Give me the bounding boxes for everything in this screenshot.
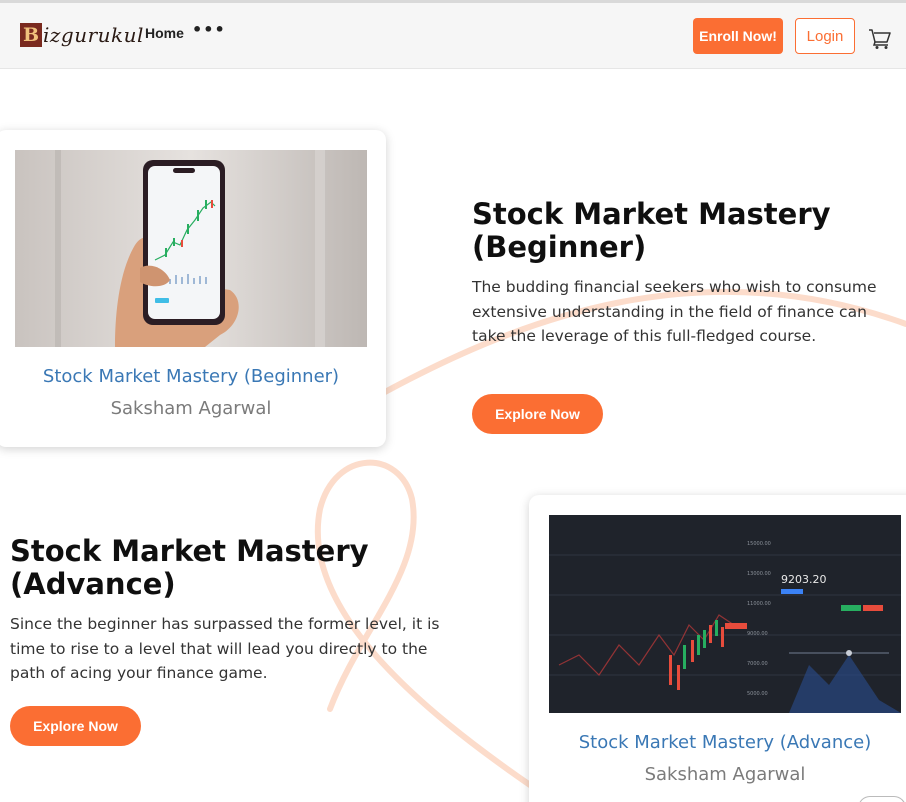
course-card-author: Saksham Agarwal bbox=[644, 764, 806, 785]
svg-text:11000.00: 11000.00 bbox=[747, 601, 771, 607]
course-card-beginner[interactable]: Stock Market Mastery (Beginner) Saksham … bbox=[0, 130, 386, 447]
top-navbar: B izgurukul Home ••• Enroll Now! Login bbox=[0, 3, 906, 69]
course-heading-line1: Stock Market Mastery bbox=[10, 534, 369, 568]
svg-text:15000.00: 15000.00 bbox=[747, 541, 771, 547]
svg-text:7000.00: 7000.00 bbox=[747, 661, 768, 667]
course-heading-advance: Stock Market Mastery (Advance) bbox=[10, 535, 410, 601]
logo-initial: B bbox=[20, 23, 42, 47]
course-thumbnail-beginner[interactable] bbox=[15, 150, 367, 347]
course-card-title[interactable]: Stock Market Mastery (Beginner) bbox=[0, 366, 386, 387]
svg-text:9000.00: 9000.00 bbox=[747, 631, 768, 637]
course-heading-beginner: Stock Market Mastery (Beginner) bbox=[472, 198, 872, 264]
course-description-advance: Since the beginner has surpassed the for… bbox=[10, 615, 440, 682]
brand-logo[interactable]: B izgurukul bbox=[20, 20, 144, 50]
course-description-beginner: The budding financial seekers who wish t… bbox=[472, 278, 877, 345]
course-heading-line1: Stock Market Mastery bbox=[472, 197, 831, 231]
enroll-now-button[interactable]: Enroll Now! bbox=[693, 18, 783, 54]
svg-text:9203.20: 9203.20 bbox=[781, 573, 827, 586]
course-card-advance[interactable]: 15000.00 13000.00 11000.00 9000.00 7000.00… bbox=[529, 495, 906, 802]
explore-now-button-advance[interactable]: Explore Now bbox=[10, 706, 141, 746]
course-heading-line2: (Beginner) bbox=[472, 230, 647, 264]
course-heading-line2: (Advance) bbox=[10, 567, 176, 601]
more-dots-icon[interactable]: ••• bbox=[192, 20, 226, 39]
explore-now-button-beginner[interactable]: Explore Now bbox=[472, 394, 603, 434]
logo-text: izgurukul bbox=[43, 23, 144, 47]
course-thumbnail-advance[interactable]: 15000.00 13000.00 11000.00 9000.00 7000.00… bbox=[549, 515, 901, 713]
course-card-title[interactable]: Stock Market Mastery (Advance) bbox=[529, 732, 906, 753]
svg-text:13000.00: 13000.00 bbox=[747, 571, 771, 577]
chat-widget-edge[interactable] bbox=[858, 796, 906, 802]
cart-icon[interactable] bbox=[868, 28, 892, 50]
nav-home-link[interactable]: Home bbox=[145, 25, 184, 41]
svg-text:5000.00: 5000.00 bbox=[747, 691, 768, 697]
course-card-author: Saksham Agarwal bbox=[110, 398, 272, 419]
login-button[interactable]: Login bbox=[795, 18, 855, 54]
